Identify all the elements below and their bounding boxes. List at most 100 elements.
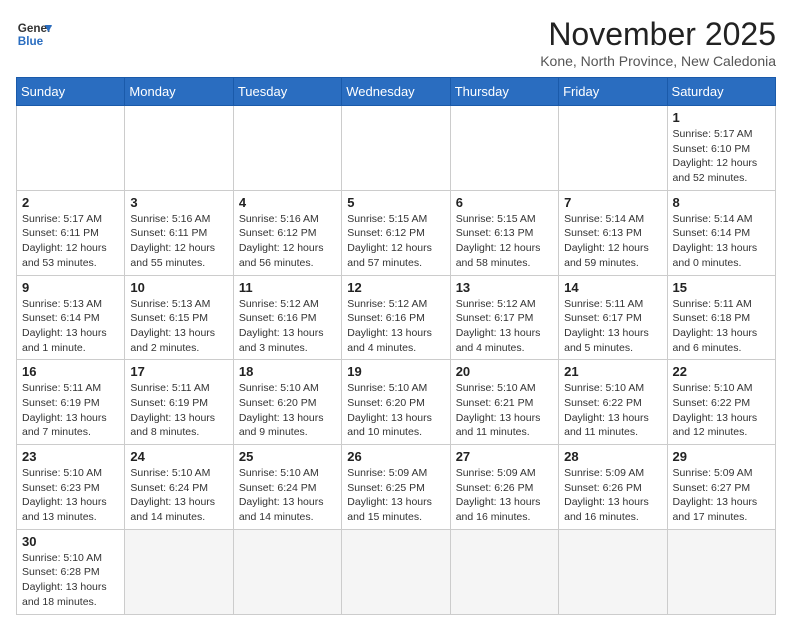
calendar-cell: 21Sunrise: 5:10 AM Sunset: 6:22 PM Dayli… — [559, 360, 667, 445]
calendar-cell: 19Sunrise: 5:10 AM Sunset: 6:20 PM Dayli… — [342, 360, 450, 445]
day-info: Sunrise: 5:17 AM Sunset: 6:11 PM Dayligh… — [22, 212, 119, 271]
weekday-header-tuesday: Tuesday — [233, 78, 341, 106]
day-info: Sunrise: 5:11 AM Sunset: 6:17 PM Dayligh… — [564, 297, 661, 356]
calendar-week-2: 2 Sunrise: 5:17 AM Sunset: 6:11 PM Daylig… — [17, 190, 776, 275]
weekday-header-friday: Friday — [559, 78, 667, 106]
day-number: 24 — [130, 449, 227, 464]
day-number: 12 — [347, 280, 444, 295]
day-info: Sunrise: 5:10 AM Sunset: 6:20 PM Dayligh… — [239, 381, 336, 440]
calendar-cell: 15 Sunrise: 5:11 AM Sunset: 6:18 PM Dayli… — [667, 275, 775, 360]
calendar-cell: 22 Sunrise: 5:10 AM Sunset: 6:22 PM Dayli… — [667, 360, 775, 445]
calendar-week-6: 30 Sunrise: 5:10 AM Sunset: 6:28 PM Dayli… — [17, 529, 776, 614]
day-number: 2 — [22, 195, 119, 210]
day-info: Sunrise: 5:15 AM Sunset: 6:13 PM Dayligh… — [456, 212, 553, 271]
calendar-cell: 14Sunrise: 5:11 AM Sunset: 6:17 PM Dayli… — [559, 275, 667, 360]
day-number: 1 — [673, 110, 770, 125]
calendar-cell: 3 Sunrise: 5:16 AM Sunset: 6:11 PM Daylig… — [125, 190, 233, 275]
calendar-cell — [559, 106, 667, 191]
calendar-cell: 17 Sunrise: 5:11 AM Sunset: 6:19 PM Dayli… — [125, 360, 233, 445]
logo: General Blue — [16, 16, 52, 52]
day-number: 17 — [130, 364, 227, 379]
calendar-cell — [667, 529, 775, 614]
calendar-cell: 13Sunrise: 5:12 AM Sunset: 6:17 PM Dayli… — [450, 275, 558, 360]
day-info: Sunrise: 5:09 AM Sunset: 6:26 PM Dayligh… — [564, 466, 661, 525]
calendar-cell: 29 Sunrise: 5:09 AM Sunset: 6:27 PM Dayli… — [667, 445, 775, 530]
calendar-week-4: 16 Sunrise: 5:11 AM Sunset: 6:19 PM Dayli… — [17, 360, 776, 445]
calendar-cell — [559, 529, 667, 614]
day-info: Sunrise: 5:12 AM Sunset: 6:16 PM Dayligh… — [347, 297, 444, 356]
day-number: 9 — [22, 280, 119, 295]
calendar-cell: 27 Sunrise: 5:09 AM Sunset: 6:26 PM Dayli… — [450, 445, 558, 530]
day-info: Sunrise: 5:09 AM Sunset: 6:26 PM Dayligh… — [456, 466, 553, 525]
day-info: Sunrise: 5:09 AM Sunset: 6:25 PM Dayligh… — [347, 466, 444, 525]
day-number: 5 — [347, 195, 444, 210]
calendar-cell — [125, 529, 233, 614]
calendar-cell — [342, 106, 450, 191]
weekday-header-wednesday: Wednesday — [342, 78, 450, 106]
day-number: 27 — [456, 449, 553, 464]
day-info: Sunrise: 5:10 AM Sunset: 6:22 PM Dayligh… — [673, 381, 770, 440]
day-info: Sunrise: 5:16 AM Sunset: 6:11 PM Dayligh… — [130, 212, 227, 271]
calendar-week-3: 9 Sunrise: 5:13 AM Sunset: 6:14 PM Daylig… — [17, 275, 776, 360]
day-info: Sunrise: 5:11 AM Sunset: 6:19 PM Dayligh… — [22, 381, 119, 440]
logo-icon: General Blue — [16, 16, 52, 52]
day-info: Sunrise: 5:10 AM Sunset: 6:28 PM Dayligh… — [22, 551, 119, 610]
day-info: Sunrise: 5:10 AM Sunset: 6:24 PM Dayligh… — [239, 466, 336, 525]
day-number: 22 — [673, 364, 770, 379]
calendar-week-5: 23Sunrise: 5:10 AM Sunset: 6:23 PM Dayli… — [17, 445, 776, 530]
calendar-cell — [450, 106, 558, 191]
calendar-cell: 1 Sunrise: 5:17 AM Sunset: 6:10 PM Daylig… — [667, 106, 775, 191]
calendar-cell: 12 Sunrise: 5:12 AM Sunset: 6:16 PM Dayli… — [342, 275, 450, 360]
calendar-cell: 20Sunrise: 5:10 AM Sunset: 6:21 PM Dayli… — [450, 360, 558, 445]
day-number: 30 — [22, 534, 119, 549]
title-area: November 2025 Kone, North Province, New … — [540, 16, 776, 69]
calendar-cell: 4 Sunrise: 5:16 AM Sunset: 6:12 PM Daylig… — [233, 190, 341, 275]
day-number: 10 — [130, 280, 227, 295]
day-info: Sunrise: 5:12 AM Sunset: 6:16 PM Dayligh… — [239, 297, 336, 356]
weekday-header-row: SundayMondayTuesdayWednesdayThursdayFrid… — [17, 78, 776, 106]
calendar-cell — [125, 106, 233, 191]
day-info: Sunrise: 5:11 AM Sunset: 6:19 PM Dayligh… — [130, 381, 227, 440]
day-info: Sunrise: 5:12 AM Sunset: 6:17 PM Dayligh… — [456, 297, 553, 356]
day-number: 25 — [239, 449, 336, 464]
day-number: 29 — [673, 449, 770, 464]
svg-text:Blue: Blue — [18, 35, 44, 48]
calendar-week-1: 1 Sunrise: 5:17 AM Sunset: 6:10 PM Daylig… — [17, 106, 776, 191]
day-number: 6 — [456, 195, 553, 210]
calendar-cell: 25 Sunrise: 5:10 AM Sunset: 6:24 PM Dayli… — [233, 445, 341, 530]
calendar-cell: 10 Sunrise: 5:13 AM Sunset: 6:15 PM Dayli… — [125, 275, 233, 360]
calendar-cell: 11 Sunrise: 5:12 AM Sunset: 6:16 PM Dayli… — [233, 275, 341, 360]
day-info: Sunrise: 5:13 AM Sunset: 6:14 PM Dayligh… — [22, 297, 119, 356]
calendar-cell: 6 Sunrise: 5:15 AM Sunset: 6:13 PM Daylig… — [450, 190, 558, 275]
calendar-cell — [342, 529, 450, 614]
day-info: Sunrise: 5:15 AM Sunset: 6:12 PM Dayligh… — [347, 212, 444, 271]
day-number: 15 — [673, 280, 770, 295]
day-number: 4 — [239, 195, 336, 210]
day-info: Sunrise: 5:11 AM Sunset: 6:18 PM Dayligh… — [673, 297, 770, 356]
day-number: 3 — [130, 195, 227, 210]
day-number: 26 — [347, 449, 444, 464]
calendar-cell: 9 Sunrise: 5:13 AM Sunset: 6:14 PM Daylig… — [17, 275, 125, 360]
calendar-cell — [233, 106, 341, 191]
day-number: 16 — [22, 364, 119, 379]
weekday-header-saturday: Saturday — [667, 78, 775, 106]
day-number: 11 — [239, 280, 336, 295]
day-info: Sunrise: 5:10 AM Sunset: 6:22 PM Dayligh… — [564, 381, 661, 440]
day-info: Sunrise: 5:13 AM Sunset: 6:15 PM Dayligh… — [130, 297, 227, 356]
day-info: Sunrise: 5:09 AM Sunset: 6:27 PM Dayligh… — [673, 466, 770, 525]
calendar-cell: 23Sunrise: 5:10 AM Sunset: 6:23 PM Dayli… — [17, 445, 125, 530]
calendar-cell: 30 Sunrise: 5:10 AM Sunset: 6:28 PM Dayli… — [17, 529, 125, 614]
day-info: Sunrise: 5:16 AM Sunset: 6:12 PM Dayligh… — [239, 212, 336, 271]
calendar-cell: 16 Sunrise: 5:11 AM Sunset: 6:19 PM Dayli… — [17, 360, 125, 445]
day-number: 7 — [564, 195, 661, 210]
day-number: 23 — [22, 449, 119, 464]
calendar-cell: 7Sunrise: 5:14 AM Sunset: 6:13 PM Daylig… — [559, 190, 667, 275]
weekday-header-sunday: Sunday — [17, 78, 125, 106]
weekday-header-thursday: Thursday — [450, 78, 558, 106]
day-info: Sunrise: 5:17 AM Sunset: 6:10 PM Dayligh… — [673, 127, 770, 186]
day-number: 19 — [347, 364, 444, 379]
calendar-cell: 5 Sunrise: 5:15 AM Sunset: 6:12 PM Daylig… — [342, 190, 450, 275]
day-number: 28 — [564, 449, 661, 464]
calendar-cell: 2 Sunrise: 5:17 AM Sunset: 6:11 PM Daylig… — [17, 190, 125, 275]
day-info: Sunrise: 5:10 AM Sunset: 6:24 PM Dayligh… — [130, 466, 227, 525]
